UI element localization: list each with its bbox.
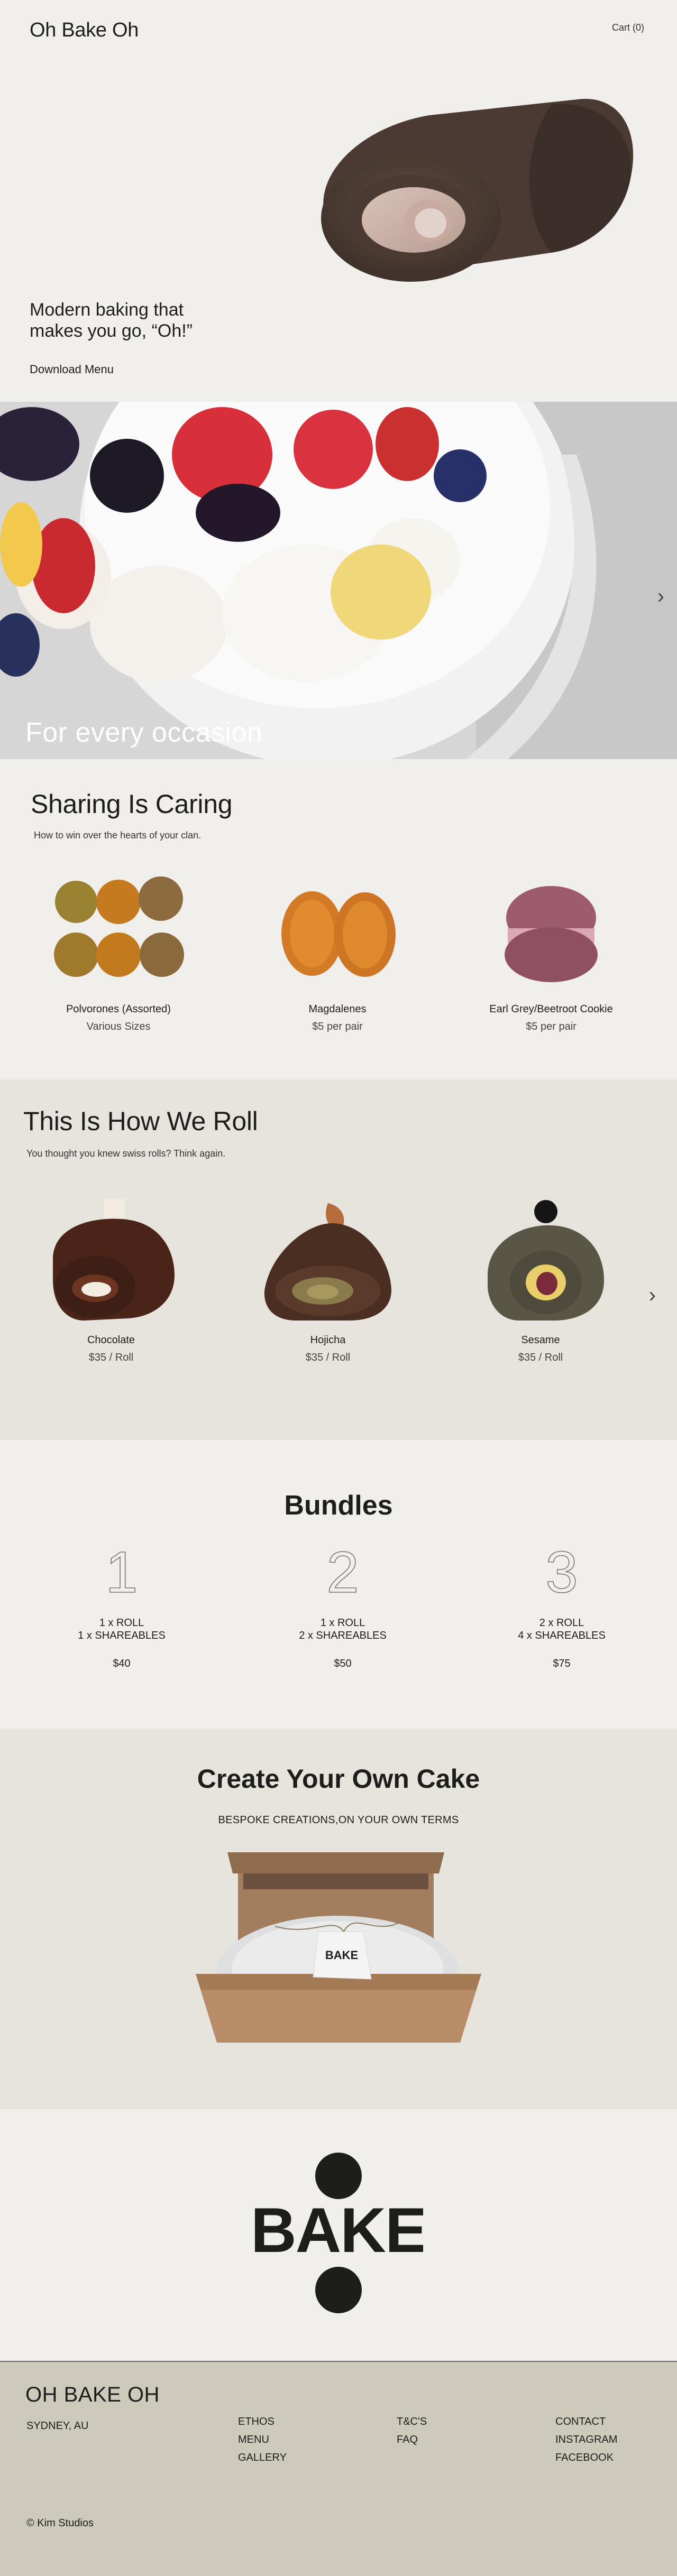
occasion-title: For every occasion <box>25 717 263 748</box>
beetroot-cookie-image <box>505 886 598 982</box>
product-name: Magdalenes <box>308 1003 367 1015</box>
footer-nav-column: ETHOS MENU GALLERY <box>238 2413 287 2467</box>
footer-link-menu[interactable]: MENU <box>238 2431 287 2449</box>
product-card[interactable]: Polvorones (Assorted) Various Sizes <box>23 875 214 1033</box>
hero-tagline: Modern baking that makes you go, “Oh!” <box>30 300 193 341</box>
box-tag-text: BAKE <box>325 1949 358 1962</box>
footer-link-instagram[interactable]: INSTAGRAM <box>555 2431 617 2449</box>
page: Oh Bake Oh Cart (0) Modern baking that m… <box>0 0 677 2576</box>
bundle-line: 1 x ROLL <box>320 1617 365 1629</box>
sharing-subtitle: How to win over the hearts of your clan. <box>34 830 202 841</box>
roll-card[interactable]: Sesame $35 / Roll <box>445 1196 636 1364</box>
cart-link[interactable]: Cart (0) <box>612 22 644 33</box>
bundle-line: 2 x ROLL <box>539 1617 584 1629</box>
polvorones-image <box>54 876 184 977</box>
bundle-price: $40 <box>113 1658 131 1669</box>
create-subtitle: BESPOKE CREATIONS,ON YOUR OWN TERMS <box>218 1814 459 1826</box>
roll-card[interactable]: Chocolate $35 / Roll <box>16 1196 206 1364</box>
rolls-title: This Is How We Roll <box>23 1106 258 1136</box>
footer-link-facebook[interactable]: FACEBOOK <box>555 2449 617 2467</box>
footer-social-column: CONTACT INSTAGRAM FACEBOOK <box>555 2413 617 2467</box>
download-menu-link[interactable]: Download Menu <box>30 363 114 376</box>
rolls-section: This Is How We Roll You thought you knew… <box>0 1079 677 1440</box>
footer-link-contact[interactable]: CONTACT <box>555 2413 617 2431</box>
product-name: Earl Grey/Beetroot Cookie <box>489 1003 613 1015</box>
bundle-card[interactable]: 3 2 x ROLL 4 x SHAREABLES $75 <box>482 1540 641 1670</box>
bundle-line: 1 x SHAREABLES <box>78 1630 166 1641</box>
footer-link-faq[interactable]: FAQ <box>397 2431 427 2449</box>
sharing-section: Sharing Is Caring How to win over the he… <box>0 759 677 1079</box>
roll-name: Chocolate <box>87 1334 135 1346</box>
bundle-card[interactable]: 1 1 x ROLL 1 x SHAREABLES $40 <box>42 1540 201 1670</box>
bake-logo-mark: BAKE <box>254 2153 423 2313</box>
footer-copyright: © Kim Studios <box>26 2517 94 2529</box>
bundle-number: 3 <box>545 1540 579 1605</box>
footer: OH BAKE OH SYDNEY, AU ETHOS MENU GALLERY… <box>0 2361 677 2576</box>
roll-name: Sesame <box>521 1334 560 1346</box>
bundle-number: 1 <box>105 1540 139 1605</box>
pavlova-image <box>0 402 677 759</box>
bundle-line: 1 x ROLL <box>99 1617 144 1629</box>
chocolate-roll-image <box>53 1199 175 1321</box>
bundle-price: $75 <box>553 1658 571 1669</box>
footer-info-column: T&C'S FAQ <box>397 2413 427 2449</box>
bundle-line: 4 x SHAREABLES <box>518 1630 606 1641</box>
hero-section: Oh Bake Oh Cart (0) Modern baking that m… <box>0 0 677 402</box>
sharing-title: Sharing Is Caring <box>31 789 233 819</box>
roll-price: $35 / Roll <box>518 1352 563 1363</box>
chevron-right-icon[interactable]: › <box>649 1284 656 1307</box>
product-card[interactable]: Earl Grey/Beetroot Cookie $5 per pair <box>456 875 646 1033</box>
product-price: $5 per pair <box>526 1021 577 1032</box>
roll-card[interactable]: Hojicha $35 / Roll <box>233 1196 423 1364</box>
product-card[interactable]: Magdalenes $5 per pair <box>242 875 433 1033</box>
create-title: Create Your Own Cake <box>197 1764 480 1794</box>
bundle-number: 2 <box>326 1540 360 1605</box>
footer-link-tcs[interactable]: T&C'S <box>397 2413 427 2431</box>
bundle-price: $50 <box>334 1658 352 1669</box>
bundle-card[interactable]: 2 1 x ROLL 2 x SHAREABLES $50 <box>263 1540 422 1670</box>
bake-logo-section: BAKE <box>0 2109 677 2361</box>
product-price: $5 per pair <box>312 1021 363 1032</box>
product-price: Various Sizes <box>86 1021 151 1032</box>
footer-city: SYDNEY, AU <box>26 2420 89 2432</box>
hojicha-roll-image <box>264 1203 391 1321</box>
footer-link-gallery[interactable]: GALLERY <box>238 2449 287 2467</box>
roll-name: Hojicha <box>310 1334 346 1346</box>
chevron-right-icon[interactable]: › <box>657 585 664 608</box>
roll-price: $35 / Roll <box>88 1352 134 1363</box>
occasion-banner: For every occasion › <box>0 402 677 759</box>
rolls-subtitle: You thought you knew swiss rolls? Think … <box>26 1148 226 1159</box>
hero-swiss-roll-image <box>321 99 634 282</box>
magdalenes-image <box>281 891 396 977</box>
product-name: Polvorones (Assorted) <box>66 1003 171 1015</box>
bake-logo-text: BAKE <box>254 2195 423 2266</box>
footer-link-ethos[interactable]: ETHOS <box>238 2413 287 2431</box>
bundle-line: 2 x SHAREABLES <box>299 1630 387 1641</box>
site-logo[interactable]: Oh Bake Oh <box>30 19 139 42</box>
footer-brand[interactable]: OH BAKE OH <box>25 2383 160 2407</box>
bundles-section: Bundles 1 1 x ROLL 1 x SHAREABLES $40 2 … <box>0 1440 677 1729</box>
roll-price: $35 / Roll <box>305 1352 351 1363</box>
bundles-title: Bundles <box>284 1490 393 1521</box>
sesame-roll-image <box>488 1200 604 1321</box>
create-cake-section: Create Your Own Cake BESPOKE CREATIONS,O… <box>0 1729 677 2109</box>
cake-box-image: BAKE <box>196 1852 481 2043</box>
